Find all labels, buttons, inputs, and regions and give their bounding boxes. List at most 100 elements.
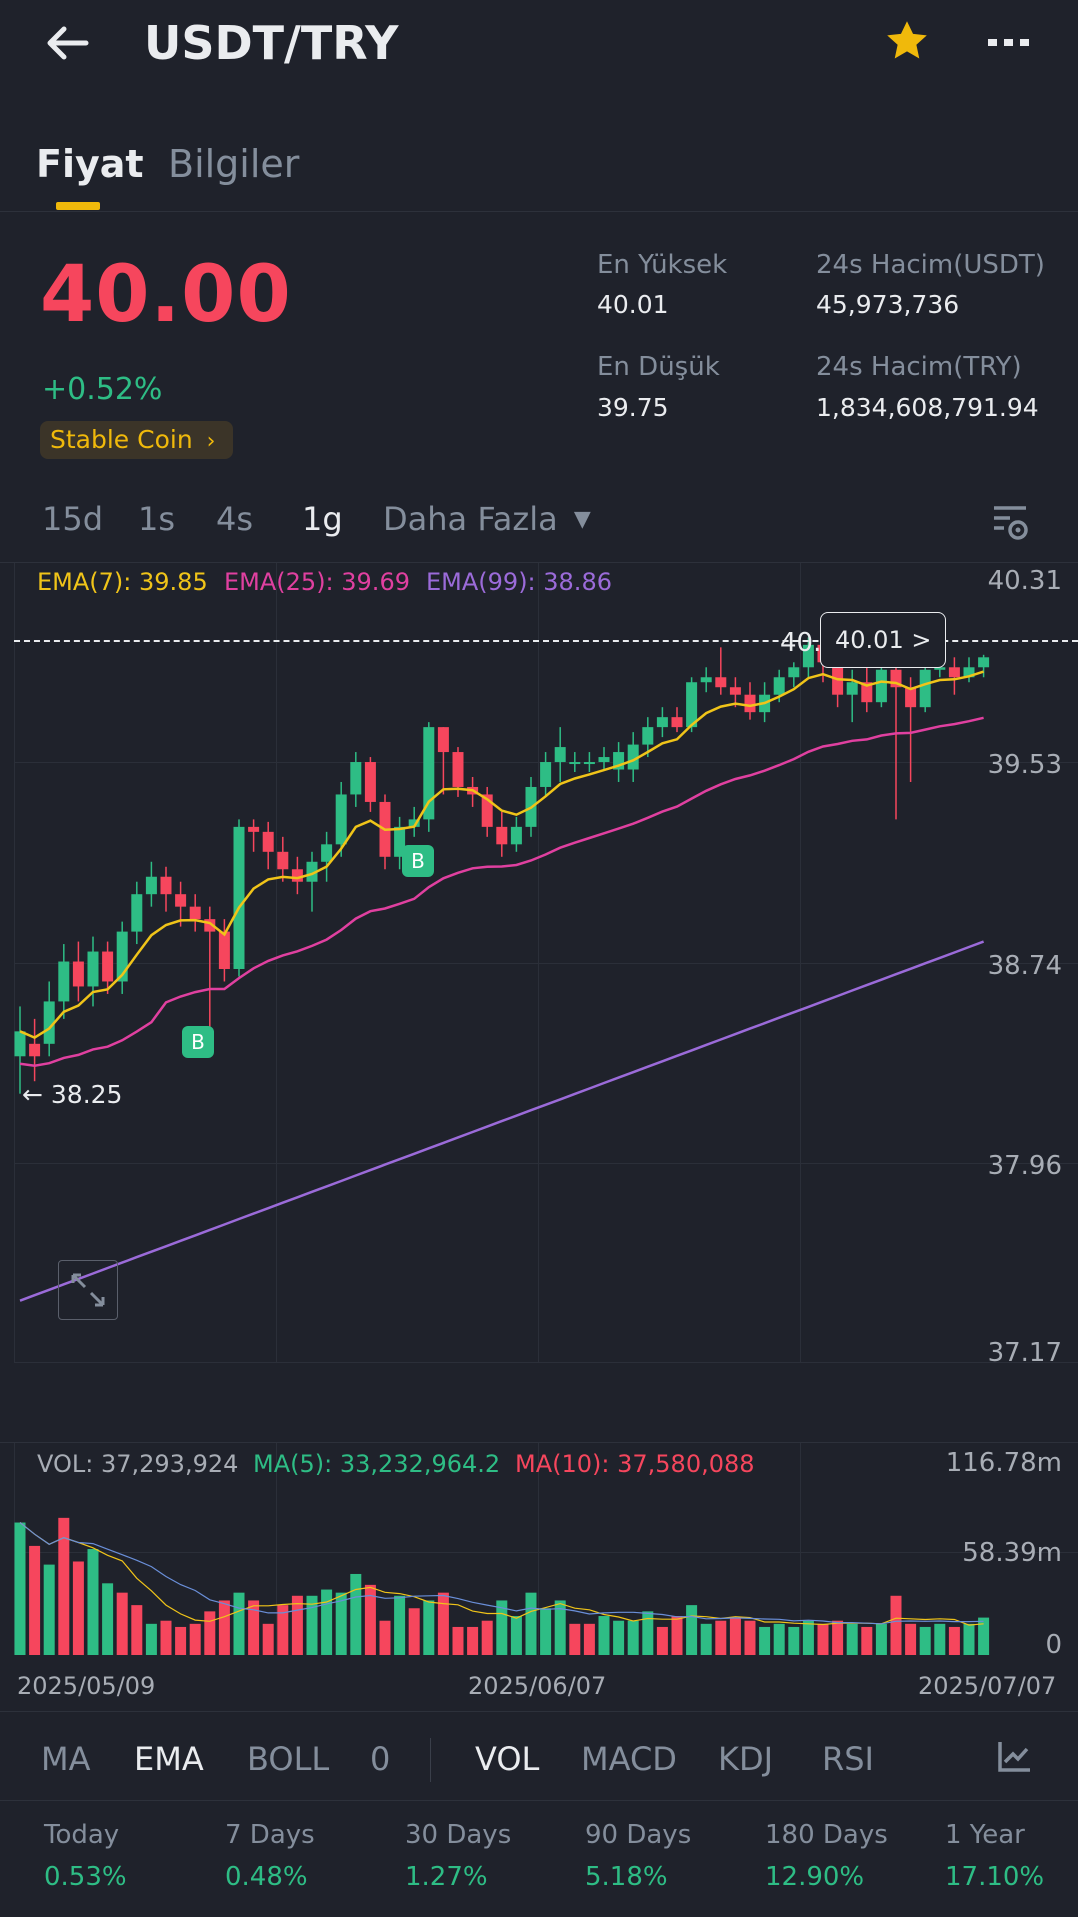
fullscreen-button[interactable] — [58, 1260, 118, 1320]
current-price-partial-label: 40. — [780, 628, 822, 658]
date-label-end: 2025/07/07 — [918, 1672, 1057, 1700]
volume-bar — [729, 1617, 741, 1655]
volume-bar — [291, 1595, 303, 1655]
candle-body — [189, 906, 201, 920]
arrow-left-icon — [47, 26, 89, 60]
volume-bar — [934, 1623, 946, 1655]
volume-bar — [145, 1623, 157, 1655]
volume-bar — [14, 1522, 26, 1655]
volume-bar — [321, 1589, 333, 1655]
volume-chart — [14, 1517, 990, 1655]
volume-bar — [116, 1592, 128, 1655]
candlestick-chart[interactable] — [0, 563, 1078, 1363]
volume-bar — [408, 1608, 420, 1655]
candle-body — [14, 1031, 26, 1057]
vol-try-value: 1,834,608,791.94 — [816, 393, 1039, 422]
perf-value-90d: 5.18% — [585, 1862, 668, 1892]
perf-label-90d: 90 Days — [585, 1820, 692, 1850]
volume-bar — [510, 1616, 522, 1655]
candle-body — [773, 677, 785, 695]
indicator-divider — [0, 1711, 1078, 1712]
perf-label-180d: 180 Days — [765, 1820, 888, 1850]
interval-1s[interactable]: 1s — [138, 500, 175, 538]
indicator-vol[interactable]: VOL — [475, 1740, 539, 1778]
volume-bar — [87, 1549, 99, 1655]
candle-body — [248, 826, 260, 832]
more-button[interactable] — [984, 24, 1034, 60]
chart-settings-icon — [994, 506, 1028, 540]
volume-bar — [832, 1620, 844, 1655]
volume-bar — [437, 1592, 449, 1655]
vol-usdt-value: 45,973,736 — [816, 290, 960, 319]
indicator-zero[interactable]: 0 — [370, 1740, 390, 1778]
indicator-settings-button[interactable] — [996, 1738, 1032, 1774]
candle-body — [948, 667, 960, 678]
volume-bar — [452, 1626, 464, 1655]
volume-bar — [233, 1592, 245, 1655]
volume-bar — [627, 1620, 639, 1655]
candle-body — [423, 727, 435, 820]
volume-bar — [262, 1623, 274, 1655]
candle-body — [321, 844, 333, 862]
favorite-button[interactable] — [882, 16, 932, 66]
volume-bar — [759, 1626, 771, 1655]
candle-body — [262, 831, 274, 852]
volume-bar — [218, 1600, 230, 1655]
indicator-ema[interactable]: EMA — [134, 1740, 204, 1778]
volume-bar — [525, 1592, 537, 1655]
candle-body — [700, 677, 712, 683]
volume-bar — [189, 1623, 201, 1655]
candle-body — [583, 762, 595, 765]
chart-settings-button[interactable] — [990, 502, 1030, 542]
tab-bilgiler[interactable]: Bilgiler — [168, 142, 299, 186]
perf-label-30d: 30 Days — [405, 1820, 512, 1850]
interval-1g[interactable]: 1g — [302, 500, 343, 538]
volume-bar — [963, 1623, 975, 1655]
volume-bar — [569, 1623, 581, 1655]
back-button[interactable] — [40, 18, 100, 68]
volume-bar — [204, 1611, 216, 1655]
volume-bar — [715, 1620, 727, 1655]
volume-bar — [350, 1573, 362, 1655]
indicator-kdj[interactable]: KDJ — [718, 1740, 773, 1778]
candle-body — [788, 667, 800, 678]
volume-bar — [467, 1626, 479, 1655]
current-price-tag[interactable]: 40.01 > — [820, 612, 947, 668]
vol-try-label: 24s Hacim(TRY) — [816, 352, 1022, 382]
volume-bar — [72, 1561, 84, 1655]
candle-body — [87, 951, 99, 987]
volume-bar — [802, 1620, 814, 1655]
candle-body — [72, 961, 84, 987]
indicator-rsi[interactable]: RSI — [822, 1740, 874, 1778]
ema99-line — [19, 940, 985, 1302]
low-price-marker: ← 38.25 — [22, 1080, 123, 1109]
candle-body — [671, 717, 683, 728]
stable-coin-tag[interactable]: Stable Coin › — [40, 421, 234, 459]
candle-body — [496, 826, 508, 845]
volume-bar — [613, 1620, 625, 1655]
interval-more[interactable]: Daha Fazla ▼ — [383, 500, 591, 538]
candle-body — [540, 762, 552, 787]
candle-body — [145, 876, 157, 895]
stable-coin-label: Stable Coin — [50, 425, 193, 454]
indicator-macd[interactable]: MACD — [581, 1740, 677, 1778]
indicator-boll[interactable]: BOLL — [247, 1740, 329, 1778]
indicator-ma[interactable]: MA — [41, 1740, 91, 1778]
interval-15d[interactable]: 15d — [42, 500, 103, 538]
candle-body — [102, 951, 114, 982]
interval-4s[interactable]: 4s — [216, 500, 253, 538]
low-value: 39.75 — [597, 393, 669, 422]
volume-bar — [700, 1623, 712, 1655]
buy-marker-label: B — [411, 849, 425, 873]
volume-bar — [131, 1605, 143, 1655]
tab-fiyat[interactable]: Fiyat — [36, 142, 144, 186]
star-icon — [887, 21, 927, 59]
candle-body — [554, 747, 566, 763]
candle-body — [58, 961, 70, 1002]
volume-bar — [890, 1595, 902, 1655]
perf-label-7d: 7 Days — [225, 1820, 315, 1850]
candle-body — [29, 1043, 41, 1057]
volume-bar — [744, 1620, 756, 1655]
caret-down-icon: ▼ — [573, 507, 591, 532]
candle-body — [569, 762, 581, 765]
